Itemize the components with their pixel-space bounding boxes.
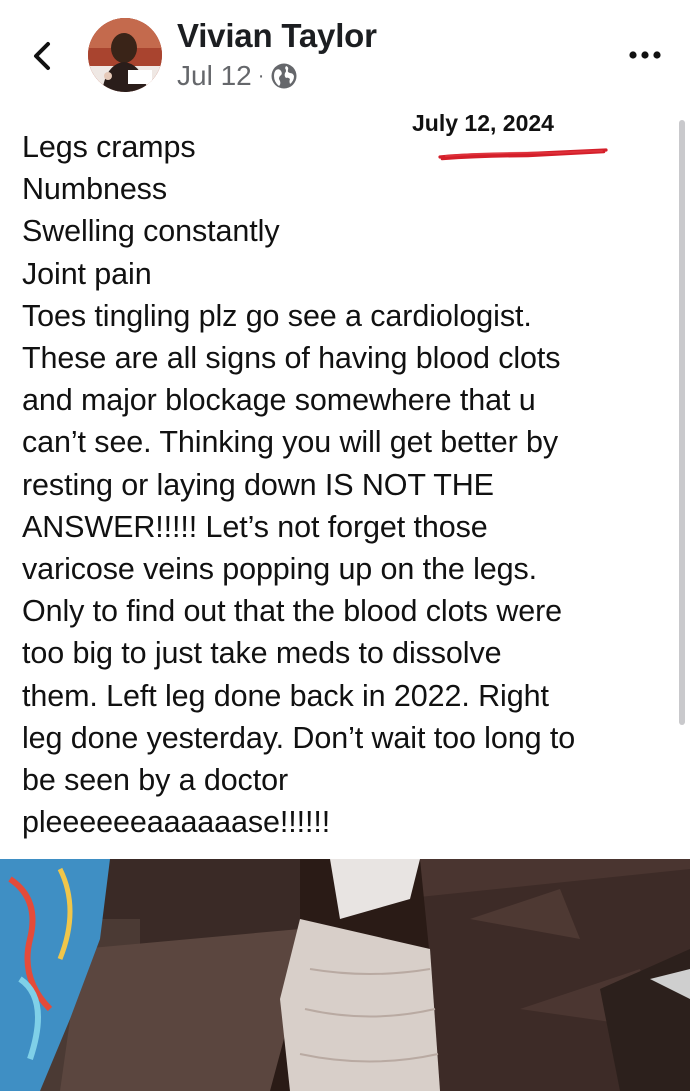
more-horizontal-icon [629,51,661,59]
post-photo-image [0,859,690,1091]
post-body-text: Legs cramps Numbness Swelling constantly… [22,130,576,840]
chevron-left-icon [34,42,50,70]
post-header: Vivian Taylor Jul 12 · [0,0,690,110]
meta-separator: · [257,65,265,87]
globe-icon [270,62,298,90]
post-meta: Jul 12 · [177,60,298,92]
more-options-button[interactable] [624,40,666,70]
avatar[interactable] [88,18,162,92]
post-date[interactable]: Jul 12 [177,60,252,92]
post-photo[interactable] [0,859,690,1091]
avatar-image [88,18,162,92]
back-button[interactable] [22,34,62,78]
scrollbar[interactable] [679,120,685,725]
author-name[interactable]: Vivian Taylor [177,17,377,55]
